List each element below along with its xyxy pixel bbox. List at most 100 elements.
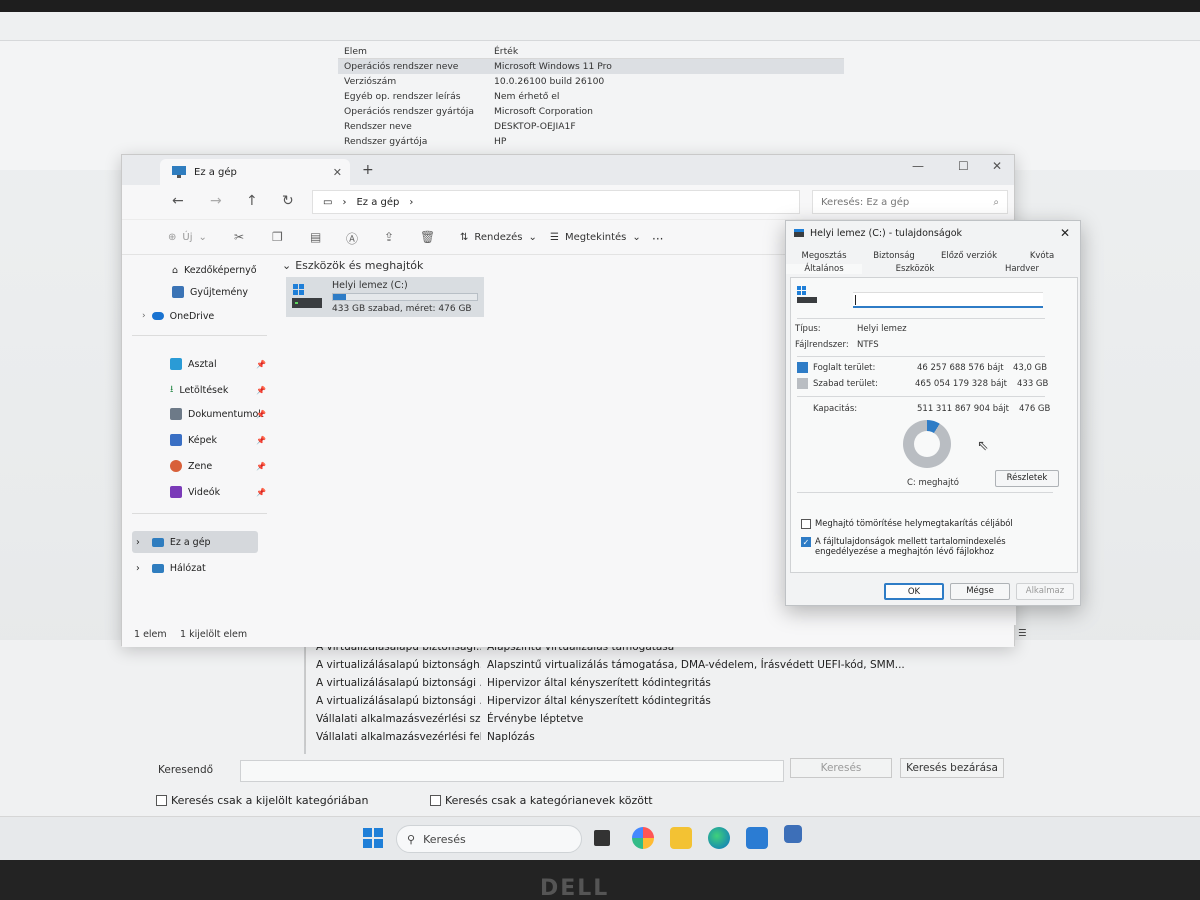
sort-button[interactable]: ⇅ Rendezés ⌄ — [460, 232, 537, 243]
chevron-right-icon[interactable]: › — [409, 197, 413, 208]
nav-item-onedrive[interactable]: › OneDrive — [142, 305, 272, 327]
pin-icon[interactable]: 📌 — [256, 386, 266, 395]
view-button[interactable]: ☰ Megtekintés ⌄ — [550, 232, 641, 243]
tab-hardware[interactable]: Hardver — [968, 264, 1076, 274]
copilot-icon[interactable] — [632, 827, 654, 849]
pin-icon[interactable]: 📌 — [256, 436, 266, 445]
tab-quota[interactable]: Kvóta — [1012, 251, 1072, 261]
table-row[interactable]: A virtualizálásalapú biztonságh... Alaps… — [305, 656, 905, 674]
breadcrumb[interactable]: Ez a gép — [356, 197, 399, 208]
compress-drive-checkbox[interactable]: Meghajtó tömörítése helymegtakarítás cél… — [801, 518, 1061, 529]
table-row[interactable]: Egyéb op. rendszer leírás Nem érhető el — [338, 89, 844, 104]
explorer-titlebar[interactable]: Ez a gép ✕ + — ☐ ✕ — [122, 155, 1014, 185]
store-icon[interactable] — [746, 827, 768, 849]
pin-icon[interactable]: 📌 — [256, 410, 266, 419]
table-row[interactable]: Vállalati alkalmazásvezérlési sz... Érvé… — [305, 710, 905, 728]
nav-item-pictures[interactable]: Képek 📌 — [170, 429, 266, 451]
file-explorer-icon[interactable] — [670, 827, 692, 849]
nav-item-downloads[interactable]: ⭳ Letöltések 📌 — [170, 379, 266, 401]
tab-general[interactable]: Általános — [786, 264, 862, 274]
system-info-app-icon[interactable] — [784, 825, 802, 843]
checkbox-box[interactable] — [156, 795, 167, 806]
minimize-icon[interactable]: — — [912, 159, 924, 173]
search-input[interactable] — [240, 760, 784, 782]
nav-item-music[interactable]: Zene 📌 — [170, 455, 266, 477]
copy-icon[interactable]: ❐ — [272, 230, 283, 244]
pin-icon[interactable]: 📌 — [256, 462, 266, 471]
free-space-bytes: 465 054 179 328 bájt — [915, 379, 1008, 389]
tab-tools[interactable]: Eszközök — [862, 264, 968, 274]
nav-item-network[interactable]: › Hálózat — [132, 557, 262, 579]
dialog-titlebar[interactable]: Helyi lemez (C:) - tulajdonságok ✕ — [786, 221, 1080, 245]
table-row[interactable]: A virtualizálásalapú biztonsági ... Hipe… — [305, 692, 905, 710]
chevron-down-icon[interactable]: ⌄ — [282, 259, 291, 272]
table-row[interactable]: Rendszer gyártója HP — [338, 134, 844, 149]
table-row[interactable]: Rendszer neve DESKTOP-OEJIA1F — [338, 119, 844, 134]
column-header-item[interactable]: Elem — [338, 44, 490, 58]
apply-button[interactable]: Alkalmaz — [1016, 583, 1074, 600]
ok-button[interactable]: OK — [884, 583, 944, 600]
chevron-right-icon[interactable]: › — [136, 563, 140, 574]
close-icon[interactable]: ✕ — [992, 159, 1002, 173]
chevron-right-icon[interactable]: › — [342, 197, 346, 208]
rename-icon[interactable]: Ⓐ — [346, 230, 358, 247]
pin-icon[interactable]: 📌 — [256, 488, 266, 497]
selected-category-checkbox[interactable]: Keresés csak a kijelölt kategóriában — [156, 794, 368, 807]
tab-sharing[interactable]: Megosztás — [786, 251, 862, 261]
close-tab-icon[interactable]: ✕ — [333, 166, 342, 179]
maximize-icon[interactable]: ☐ — [958, 159, 969, 173]
table-row[interactable]: Verziószám 10.0.26100 build 26100 — [338, 74, 844, 89]
nav-item-videos[interactable]: Videók 📌 — [170, 481, 266, 503]
back-arrow-icon[interactable]: ← — [172, 193, 184, 209]
cancel-button[interactable]: Mégse — [950, 583, 1010, 600]
checkbox-box[interactable] — [801, 519, 811, 529]
category-names-checkbox[interactable]: Keresés csak a kategórianevek között — [430, 794, 653, 807]
table-row[interactable]: A virtualizálásalapú biztonsági ... Hipe… — [305, 674, 905, 692]
task-view-icon[interactable] — [594, 830, 610, 846]
paste-icon[interactable]: ▤ — [310, 230, 321, 244]
new-button[interactable]: ⊕ Új ⌄ — [168, 232, 207, 243]
nav-item-desktop[interactable]: Asztal 📌 — [170, 353, 266, 375]
table-row[interactable]: Operációs rendszer neve Microsoft Window… — [338, 59, 844, 74]
checkbox-box-checked[interactable]: ✓ — [801, 537, 811, 547]
refresh-icon[interactable]: ↻ — [282, 193, 294, 209]
chevron-right-icon[interactable]: › — [142, 311, 146, 321]
search-input[interactable]: Keresés: Ez a gép ⌕ — [812, 190, 1008, 214]
up-arrow-icon[interactable]: ↑ — [246, 193, 258, 209]
start-button[interactable] — [362, 827, 384, 849]
plus-circle-icon: ⊕ — [168, 232, 177, 243]
more-options-button[interactable]: ··· — [652, 232, 663, 246]
table-row[interactable]: Operációs rendszer gyártója Microsoft Co… — [338, 104, 844, 119]
tab-this-pc[interactable]: Ez a gép ✕ — [160, 159, 350, 185]
checkbox-box[interactable] — [430, 795, 441, 806]
delete-icon[interactable]: 🗑 — [420, 230, 435, 244]
tab-security[interactable]: Biztonság — [862, 251, 926, 261]
share-icon[interactable]: ⇪ — [384, 230, 394, 244]
edge-icon[interactable] — [708, 827, 730, 849]
row-key: A virtualizálásalapú biztonságh... — [305, 656, 481, 674]
nav-item-documents[interactable]: Dokumentumok 📌 — [170, 403, 266, 425]
cut-icon[interactable]: ✂ — [234, 230, 244, 244]
nav-item-this-pc[interactable]: › Ez a gép — [132, 531, 258, 553]
pin-icon[interactable]: 📌 — [256, 360, 266, 369]
details-view-icon[interactable]: ☰ — [1018, 628, 1027, 639]
index-content-checkbox[interactable]: ✓ A fájltulajdonságok mellett tartalomin… — [801, 536, 1061, 556]
drive-label-input[interactable] — [853, 292, 1043, 308]
group-header[interactable]: ⌄ Eszközök és meghajtók — [282, 259, 423, 272]
close-icon[interactable]: ✕ — [1060, 226, 1070, 240]
table-row[interactable]: Vállalati alkalmazásvezérlési fel... Nap… — [305, 728, 905, 746]
find-button[interactable]: Keresés — [790, 758, 892, 778]
drive-item-c[interactable]: Helyi lemez (C:) 433 GB szabad, méret: 4… — [286, 277, 484, 317]
address-bar[interactable]: ▭ › Ez a gép › — [312, 190, 800, 214]
details-button[interactable]: Részletek — [995, 470, 1059, 487]
taskbar-search[interactable]: ⚲ Keresés — [396, 825, 582, 853]
close-search-button[interactable]: Keresés bezárása — [900, 758, 1004, 778]
nav-label: Letöltések — [179, 384, 229, 396]
text-caret — [855, 295, 856, 305]
forward-arrow-icon[interactable]: → — [210, 193, 222, 209]
chevron-right-icon[interactable]: › — [136, 537, 140, 548]
column-header-value[interactable]: Érték — [490, 44, 844, 58]
tab-previous-versions[interactable]: Előző verziók — [926, 251, 1012, 261]
new-tab-button[interactable]: + — [362, 162, 374, 178]
used-space-label: Foglalt terület: — [813, 363, 876, 373]
